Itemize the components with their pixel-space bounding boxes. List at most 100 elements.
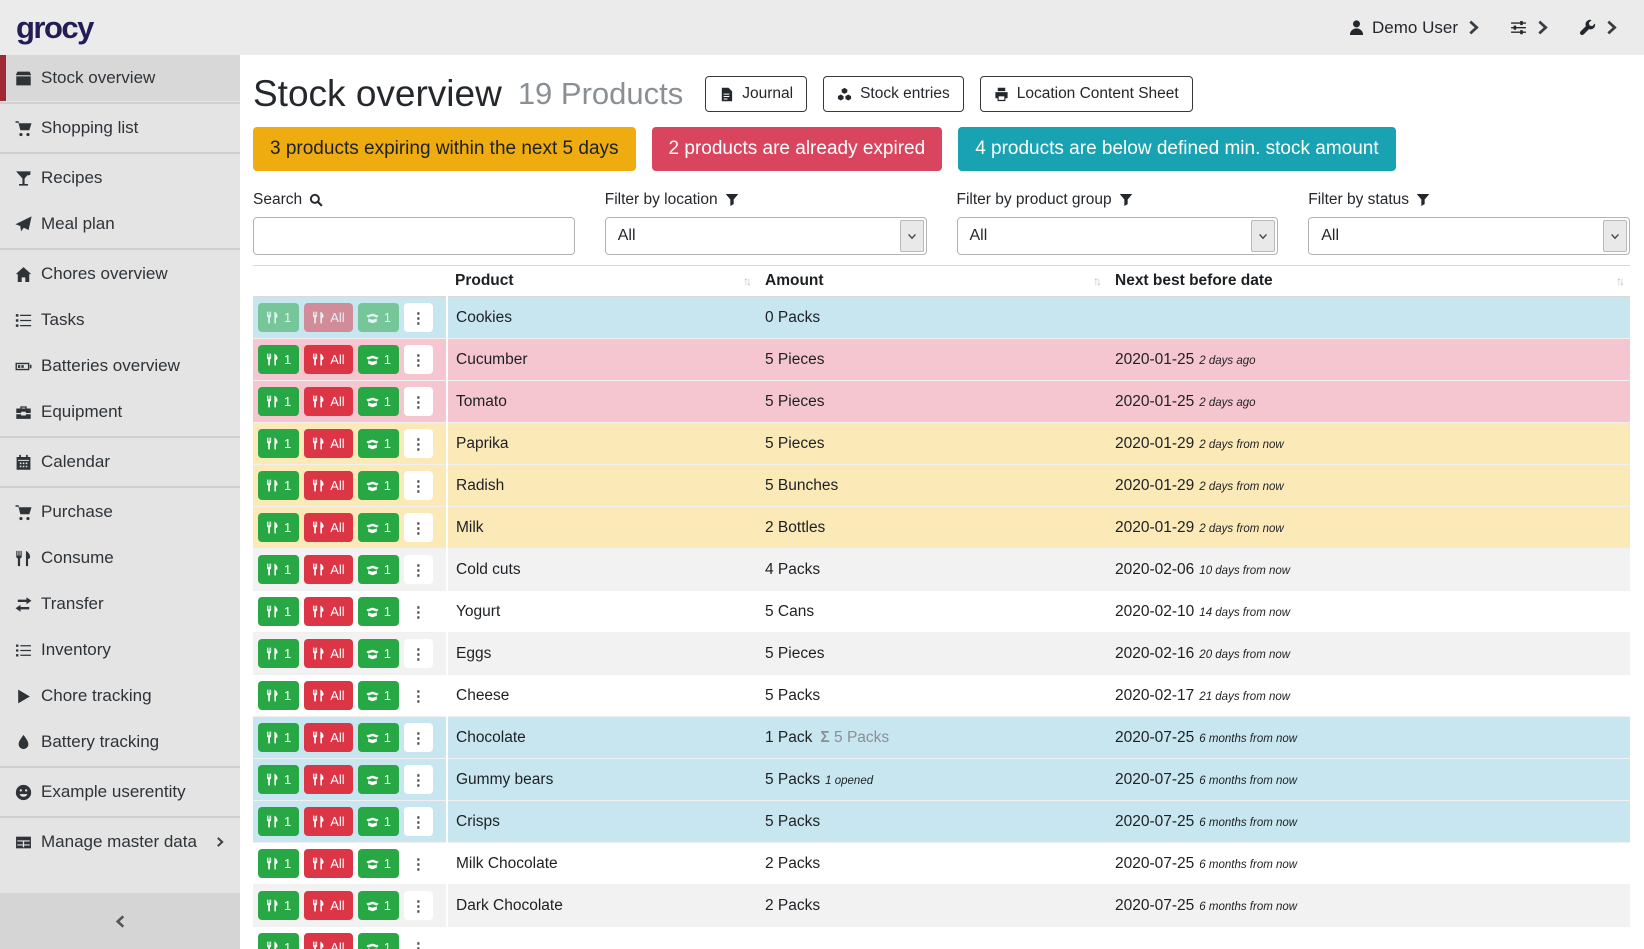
row-menu-button[interactable]: ⋮ xyxy=(404,345,433,374)
below-min-stock-banner[interactable]: 4 products are below defined min. stock … xyxy=(958,127,1395,171)
consume-one-button[interactable]: 1 xyxy=(258,345,299,374)
row-menu-button[interactable]: ⋮ xyxy=(404,765,433,794)
mark-opened-button[interactable]: 1 xyxy=(358,681,399,710)
row-menu-button[interactable]: ⋮ xyxy=(404,849,433,878)
sidebar-item-manage-master-data[interactable]: Manage master data xyxy=(0,819,240,865)
mark-opened-button[interactable]: 1 xyxy=(358,471,399,500)
row-menu-button[interactable]: ⋮ xyxy=(404,387,433,416)
consume-all-button[interactable]: All xyxy=(304,681,352,710)
row-menu-button[interactable]: ⋮ xyxy=(404,807,433,836)
sidebar-item-example-userentity[interactable]: Example userentity xyxy=(0,769,240,815)
row-menu-button[interactable]: ⋮ xyxy=(404,597,433,626)
consume-one-button[interactable]: 1 xyxy=(258,891,299,920)
consume-one-button[interactable]: 1 xyxy=(258,933,299,949)
consume-one-button[interactable]: 1 xyxy=(258,639,299,668)
consume-all-button[interactable]: All xyxy=(304,849,352,878)
stock-entries-button[interactable]: Stock entries xyxy=(823,76,964,112)
admin-menu[interactable] xyxy=(1579,19,1620,36)
journal-button[interactable]: Journal xyxy=(705,76,807,112)
product-name: Cheese xyxy=(447,675,757,717)
column-header-best-before[interactable]: Next best before date ↑↓ xyxy=(1107,266,1630,297)
mark-opened-button[interactable]: 1 xyxy=(358,933,399,949)
row-menu-button[interactable]: ⋮ xyxy=(404,471,433,500)
sidebar-item-shopping-list[interactable]: Shopping list xyxy=(0,105,240,151)
mark-opened-button[interactable]: 1 xyxy=(358,303,399,332)
row-menu-button[interactable]: ⋮ xyxy=(404,933,433,949)
row-menu-button[interactable]: ⋮ xyxy=(404,429,433,458)
sidebar-item-calendar[interactable]: Calendar xyxy=(0,439,240,485)
consume-all-button[interactable]: All xyxy=(304,471,352,500)
sidebar-item-inventory[interactable]: Inventory xyxy=(0,627,240,673)
consume-all-button[interactable]: All xyxy=(304,933,352,949)
consume-all-button[interactable]: All xyxy=(304,303,352,332)
location-content-sheet-button[interactable]: Location Content Sheet xyxy=(980,76,1193,112)
consume-one-button[interactable]: 1 xyxy=(258,681,299,710)
row-menu-button[interactable]: ⋮ xyxy=(404,555,433,584)
consume-all-button[interactable]: All xyxy=(304,723,352,752)
column-header-product[interactable]: Product ↑↓ xyxy=(447,266,757,297)
product-group-select[interactable]: All xyxy=(957,217,1279,255)
sidebar-item-batteries-overview[interactable]: Batteries overview xyxy=(0,343,240,389)
mark-opened-button[interactable]: 1 xyxy=(358,849,399,878)
sidebar-item-recipes[interactable]: Recipes xyxy=(0,155,240,201)
sidebar-item-consume[interactable]: Consume xyxy=(0,535,240,581)
consume-all-button[interactable]: All xyxy=(304,807,352,836)
consume-all-button[interactable]: All xyxy=(304,597,352,626)
mark-opened-button[interactable]: 1 xyxy=(358,345,399,374)
consume-one-button[interactable]: 1 xyxy=(258,555,299,584)
app-logo[interactable]: grocy xyxy=(16,10,93,46)
expiring-soon-banner[interactable]: 3 products expiring within the next 5 da… xyxy=(253,127,636,171)
consume-all-button[interactable]: All xyxy=(304,429,352,458)
status-select[interactable]: All xyxy=(1308,217,1630,255)
consume-one-button[interactable]: 1 xyxy=(258,807,299,836)
sidebar-item-chore-tracking[interactable]: Chore tracking xyxy=(0,673,240,719)
consume-all-button[interactable]: All xyxy=(304,345,352,374)
consume-all-button[interactable]: All xyxy=(304,387,352,416)
consume-all-button[interactable]: All xyxy=(304,513,352,542)
sidebar-item-meal-plan[interactable]: Meal plan xyxy=(0,201,240,247)
mark-opened-button[interactable]: 1 xyxy=(358,765,399,794)
consume-one-button[interactable]: 1 xyxy=(258,765,299,794)
mark-opened-button[interactable]: 1 xyxy=(358,429,399,458)
mark-opened-button[interactable]: 1 xyxy=(358,387,399,416)
consume-all-button[interactable]: All xyxy=(304,891,352,920)
consume-one-button[interactable]: 1 xyxy=(258,849,299,878)
mark-opened-button[interactable]: 1 xyxy=(358,513,399,542)
mark-opened-button[interactable]: 1 xyxy=(358,723,399,752)
consume-one-button[interactable]: 1 xyxy=(258,513,299,542)
user-menu[interactable]: Demo User xyxy=(1348,18,1482,38)
consume-one-button[interactable]: 1 xyxy=(258,723,299,752)
row-menu-button[interactable]: ⋮ xyxy=(404,513,433,542)
sidebar-item-tasks[interactable]: Tasks xyxy=(0,297,240,343)
sidebar-collapse-button[interactable] xyxy=(0,893,240,949)
sidebar-item-equipment[interactable]: Equipment xyxy=(0,389,240,435)
consume-one-button[interactable]: 1 xyxy=(258,387,299,416)
row-menu-button[interactable]: ⋮ xyxy=(404,681,433,710)
settings-menu[interactable] xyxy=(1510,19,1551,36)
row-menu-button[interactable]: ⋮ xyxy=(404,891,433,920)
consume-all-button[interactable]: All xyxy=(304,639,352,668)
consume-all-button[interactable]: All xyxy=(304,765,352,794)
consume-one-button[interactable]: 1 xyxy=(258,303,299,332)
expired-banner[interactable]: 2 products are already expired xyxy=(652,127,943,171)
sidebar-item-stock-overview[interactable]: Stock overview xyxy=(0,55,240,101)
consume-one-button[interactable]: 1 xyxy=(258,597,299,626)
sidebar-item-battery-tracking[interactable]: Battery tracking xyxy=(0,719,240,765)
sidebar-item-chores-overview[interactable]: Chores overview xyxy=(0,251,240,297)
consume-all-button[interactable]: All xyxy=(304,555,352,584)
row-menu-button[interactable]: ⋮ xyxy=(404,723,433,752)
mark-opened-button[interactable]: 1 xyxy=(358,891,399,920)
location-select[interactable]: All xyxy=(605,217,927,255)
mark-opened-button[interactable]: 1 xyxy=(358,639,399,668)
consume-one-button[interactable]: 1 xyxy=(258,471,299,500)
sidebar-item-purchase[interactable]: Purchase xyxy=(0,489,240,535)
row-menu-button[interactable]: ⋮ xyxy=(404,639,433,668)
row-menu-button[interactable]: ⋮ xyxy=(404,303,433,332)
column-header-amount[interactable]: Amount ↑↓ xyxy=(757,266,1107,297)
consume-one-button[interactable]: 1 xyxy=(258,429,299,458)
mark-opened-button[interactable]: 1 xyxy=(358,555,399,584)
search-input[interactable] xyxy=(253,217,575,255)
sidebar-item-transfer[interactable]: Transfer xyxy=(0,581,240,627)
mark-opened-button[interactable]: 1 xyxy=(358,807,399,836)
mark-opened-button[interactable]: 1 xyxy=(358,597,399,626)
